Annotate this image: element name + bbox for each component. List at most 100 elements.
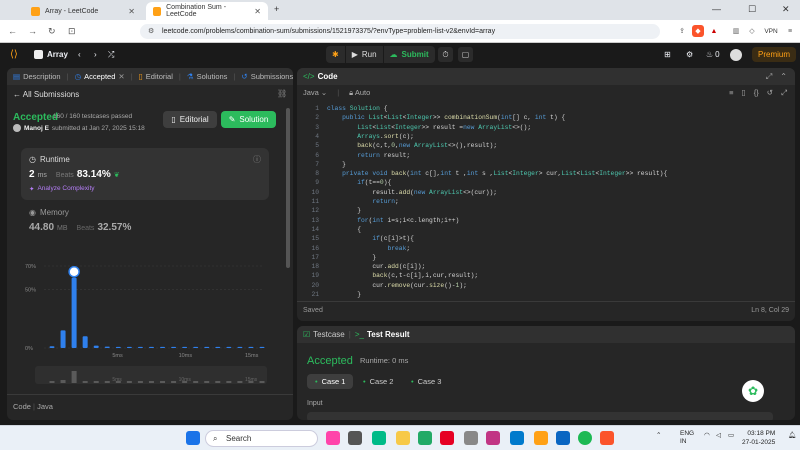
task-view-icon[interactable] bbox=[348, 431, 362, 445]
editorial-button[interactable]: ▯ Editorial bbox=[163, 111, 217, 128]
analyze-complexity-link[interactable]: ✦ Analyze Complexity bbox=[29, 185, 95, 193]
instagram-icon[interactable] bbox=[486, 431, 500, 445]
bar bbox=[259, 346, 265, 348]
new-tab-icon[interactable]: + bbox=[274, 4, 279, 14]
scrollbar[interactable] bbox=[286, 108, 290, 268]
submit-button[interactable]: ☁ Submit bbox=[383, 46, 435, 63]
wifi-icon[interactable]: ◠ bbox=[704, 431, 710, 439]
case-tab-2[interactable]: • Case 2 bbox=[355, 374, 401, 389]
clover-assistant-icon[interactable]: ✿ bbox=[742, 380, 764, 402]
bar bbox=[182, 346, 188, 348]
close-icon[interactable]: ✕ bbox=[128, 7, 135, 16]
streak-counter[interactable]: ♨ 0 bbox=[706, 47, 720, 62]
layout-icon[interactable]: ⊞ bbox=[664, 47, 671, 62]
premium-button[interactable]: Premium bbox=[752, 47, 797, 62]
battery-icon[interactable]: ▭ bbox=[728, 431, 734, 439]
tab-solutions[interactable]: ⚗ Solutions bbox=[187, 72, 228, 81]
volume-icon[interactable]: ◁ bbox=[716, 431, 721, 439]
user-avatar[interactable] bbox=[730, 47, 742, 62]
maximize-icon[interactable]: ☐ bbox=[748, 4, 756, 15]
tab-test-result[interactable]: >_ Test Result bbox=[355, 330, 410, 339]
back-icon[interactable]: ← bbox=[8, 26, 17, 36]
leetcode-logo-icon[interactable]: ⟨⟩ bbox=[10, 47, 18, 62]
bookmark-icon[interactable]: ⊡ bbox=[68, 26, 76, 37]
input-label: Input bbox=[307, 400, 323, 407]
run-submit-bar: ✱ ▶ Run ☁ Submit bbox=[326, 46, 435, 63]
solution-button[interactable]: ✎ Solution bbox=[221, 111, 276, 128]
settings-icon[interactable]: ⚙ bbox=[686, 47, 693, 62]
tab-editorial[interactable]: ▯ Editorial bbox=[139, 72, 173, 81]
url-bar[interactable]: ⚙ leetcode.com/problems/combination-sum/… bbox=[140, 24, 660, 39]
forward-icon[interactable]: → bbox=[28, 26, 37, 36]
code-editor[interactable]: 1 class Solution {2 public List<List<Inte… bbox=[297, 104, 795, 299]
shuffle-icon[interactable]: ⤮ bbox=[108, 47, 114, 62]
line-number: 19 bbox=[311, 272, 319, 280]
site-info-icon[interactable]: ⚙ bbox=[148, 27, 154, 35]
chevron-up-icon[interactable]: ⌃ bbox=[780, 72, 787, 82]
line-number: 13 bbox=[311, 216, 319, 224]
app-icon[interactable] bbox=[534, 431, 548, 445]
browser-tab-combination-sum[interactable]: Combination Sum - LeetCode ✕ bbox=[146, 2, 268, 20]
tab-submissions[interactable]: ↺ Submissions bbox=[241, 72, 293, 81]
brave-icon[interactable] bbox=[600, 431, 614, 445]
checkbox-icon: ☑ bbox=[303, 330, 311, 339]
code-label: Code bbox=[13, 402, 31, 411]
fullscreen-icon[interactable]: ⤢ bbox=[766, 72, 772, 82]
info-icon[interactable]: ⓘ bbox=[253, 154, 261, 165]
case-tab-3[interactable]: • Case 3 bbox=[403, 374, 449, 389]
system-clock[interactable]: 03:18 PM 27-01-2025 bbox=[742, 429, 775, 447]
notes-icon[interactable]: ▢ bbox=[458, 47, 473, 62]
vscode-icon[interactable] bbox=[510, 431, 524, 445]
minimize-icon[interactable]: — bbox=[712, 4, 721, 14]
sidebar-icon[interactable]: ▥ bbox=[730, 25, 742, 37]
timer-icon[interactable]: ⏱ bbox=[438, 47, 453, 62]
link-icon[interactable]: ⛓ bbox=[277, 89, 287, 98]
taskbar-search[interactable]: ⌕ Search bbox=[205, 430, 318, 447]
file-explorer-icon[interactable] bbox=[396, 431, 410, 445]
tray-overflow-icon[interactable]: ⌃ bbox=[656, 431, 661, 439]
store-icon[interactable] bbox=[418, 431, 432, 445]
format-icon[interactable]: ≡ bbox=[729, 88, 733, 98]
rewards-icon[interactable]: ▲ bbox=[708, 25, 720, 37]
browser-tab-array[interactable]: Array - LeetCode ✕ bbox=[24, 2, 142, 20]
braces-icon[interactable]: {} bbox=[754, 88, 759, 98]
run-button[interactable]: ▶ Run bbox=[345, 46, 383, 63]
tab-description[interactable]: ▤ Description bbox=[13, 72, 61, 81]
app-icon[interactable] bbox=[464, 431, 478, 445]
menu-icon[interactable]: ≡ bbox=[784, 25, 796, 37]
pinterest-icon[interactable] bbox=[440, 431, 454, 445]
close-icon[interactable]: ✕ bbox=[118, 72, 124, 81]
expand-icon[interactable]: ⤢ bbox=[781, 88, 787, 98]
tab-testcase[interactable]: ☑ Testcase bbox=[303, 330, 345, 339]
author-name[interactable]: Manoj E bbox=[24, 125, 49, 132]
language-select[interactable]: Java ⌄ bbox=[303, 88, 327, 97]
problem-list-link[interactable]: Array bbox=[34, 47, 68, 62]
debug-button[interactable]: ✱ bbox=[326, 46, 345, 63]
share-icon[interactable]: ⇪ bbox=[676, 25, 688, 37]
copilot-icon[interactable] bbox=[326, 431, 340, 445]
edge-icon[interactable] bbox=[372, 431, 386, 445]
reload-icon[interactable]: ↻ bbox=[48, 26, 56, 37]
memory-card[interactable]: ◉ Memory 44.80 MB Beats 32.57% bbox=[21, 206, 269, 236]
auto-mode-toggle[interactable]: 🔒︎ Auto bbox=[349, 88, 370, 98]
reset-icon[interactable]: ↺ bbox=[767, 88, 773, 98]
extensions-icon[interactable]: ◇ bbox=[746, 25, 758, 37]
linkedin-icon[interactable] bbox=[556, 431, 570, 445]
next-problem-icon[interactable]: › bbox=[94, 47, 97, 62]
language-indicator[interactable]: ENG IN bbox=[680, 430, 694, 446]
close-icon[interactable]: ✕ bbox=[254, 7, 261, 16]
chart-svg: 70% 50% 0% 5ms 10ms 15ms 5ms 10ms 15ms bbox=[25, 264, 267, 384]
window-close-icon[interactable]: ✕ bbox=[782, 4, 790, 15]
bookmark-icon[interactable]: ▯ bbox=[742, 88, 746, 98]
vpn-button[interactable]: VPN bbox=[762, 25, 780, 37]
runtime-card[interactable]: ◷ Runtime ⓘ 2 ms Beats 83.14% ❦ ✦ Analyz… bbox=[21, 148, 269, 200]
notification-icon[interactable]: 🔔︎ bbox=[788, 431, 796, 439]
windows-start-icon[interactable] bbox=[186, 431, 200, 445]
all-submissions-link[interactable]: ← All Submissions bbox=[13, 90, 79, 99]
code-line: back(c,t-c[i],i,cur,result); bbox=[372, 272, 479, 280]
spotify-icon[interactable] bbox=[578, 431, 592, 445]
brave-shields-icon[interactable]: ◆ bbox=[692, 25, 704, 37]
case-tab-1[interactable]: • Case 1 bbox=[307, 374, 354, 389]
tab-accepted[interactable]: ◷ Accepted ✕ bbox=[75, 72, 125, 81]
prev-problem-icon[interactable]: ‹ bbox=[78, 47, 81, 62]
